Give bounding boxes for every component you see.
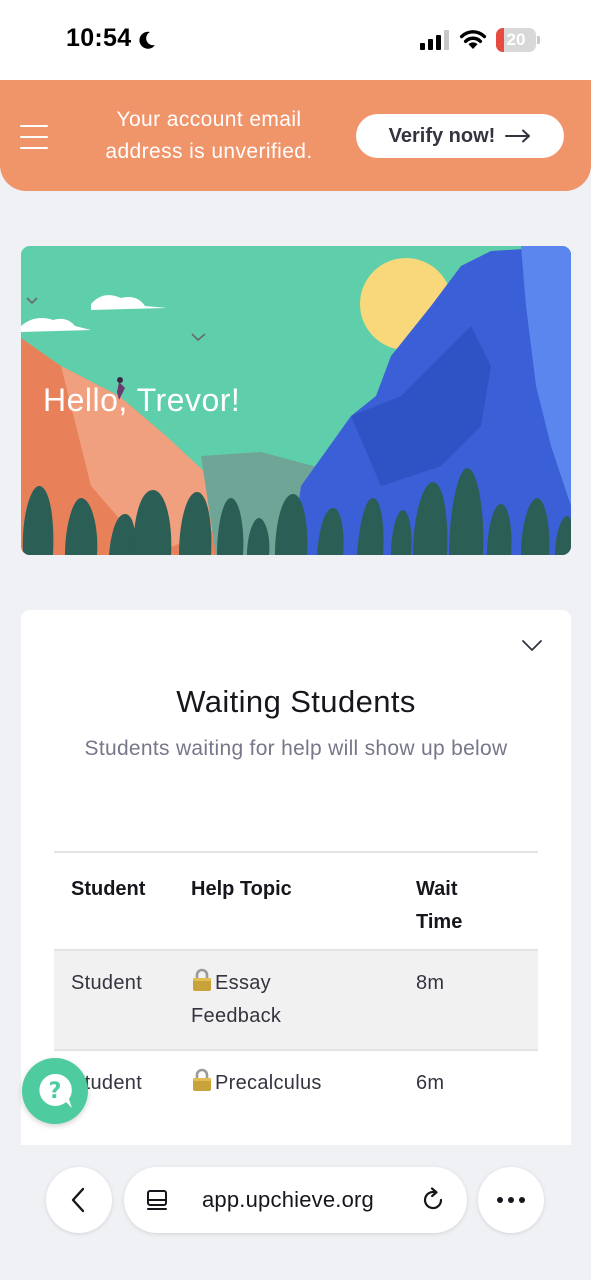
chevron-down-icon[interactable] bbox=[522, 640, 542, 652]
hamburger-menu-icon[interactable] bbox=[20, 125, 48, 149]
waiting-students-table: Student Help Topic Wait Time Student Ess… bbox=[54, 851, 538, 1151]
verify-now-label: Verify now! bbox=[388, 124, 496, 147]
url-text: app.upchieve.org bbox=[202, 1187, 374, 1212]
verify-now-button[interactable]: Verify now! bbox=[356, 114, 564, 158]
moon-icon bbox=[139, 31, 155, 49]
help-topic-label: Precalculus bbox=[215, 1072, 322, 1094]
table-header: Student Help Topic Wait Time bbox=[54, 851, 538, 951]
page-menu-icon bbox=[147, 1190, 167, 1210]
help-topic: Essay Feedback bbox=[191, 967, 351, 1033]
help-glyph: ? bbox=[49, 1079, 62, 1104]
unverified-email-message: Your account email address is unverified… bbox=[105, 108, 313, 163]
help-button[interactable]: ? bbox=[22, 1058, 88, 1124]
table-row[interactable]: Student Essay Feedback 8m bbox=[54, 951, 538, 1051]
help-topic: Precalculus bbox=[191, 1067, 391, 1100]
browser-more-button[interactable] bbox=[478, 1167, 544, 1233]
column-header-help-topic: Help Topic bbox=[191, 878, 292, 900]
more-dots-icon bbox=[497, 1197, 525, 1203]
waiting-students-subtitle: Students waiting for help will show up b… bbox=[84, 737, 508, 760]
cellular-signal-icon bbox=[420, 30, 449, 50]
wait-time: 6m bbox=[416, 1072, 445, 1094]
hero-greeting: Hello, Trevor! bbox=[43, 382, 241, 418]
student-name: Student bbox=[71, 972, 143, 994]
welcome-hero: Hello, Trevor! bbox=[21, 246, 571, 555]
battery-percent: 20 bbox=[506, 30, 526, 49]
column-header-student: Student bbox=[71, 878, 146, 900]
table-row[interactable]: Student Precalculus 6m bbox=[54, 1051, 538, 1151]
column-header-wait-time: Wait Time bbox=[416, 878, 463, 933]
waiting-students-title: Waiting Students bbox=[176, 684, 416, 719]
wait-time: 8m bbox=[416, 972, 445, 994]
lock-icon bbox=[193, 1068, 211, 1091]
reload-icon[interactable] bbox=[420, 1187, 446, 1213]
status-time: 10:54 bbox=[66, 24, 132, 52]
lock-icon bbox=[193, 968, 211, 991]
arrow-right-icon bbox=[505, 129, 531, 143]
help-question-icon: ? bbox=[39, 1073, 72, 1108]
battery-indicator: 20 bbox=[496, 28, 540, 52]
browser-back-button[interactable] bbox=[46, 1167, 112, 1233]
wifi-icon bbox=[459, 30, 487, 49]
status-bar: 10:54 20 bbox=[0, 0, 591, 80]
address-bar[interactable]: app.upchieve.org bbox=[124, 1167, 467, 1233]
chevron-left-icon bbox=[71, 1187, 85, 1213]
waiting-students-card: Waiting Students Students waiting for he… bbox=[21, 610, 571, 1170]
battery-tip bbox=[537, 36, 540, 44]
battery-body: 20 bbox=[496, 28, 536, 52]
